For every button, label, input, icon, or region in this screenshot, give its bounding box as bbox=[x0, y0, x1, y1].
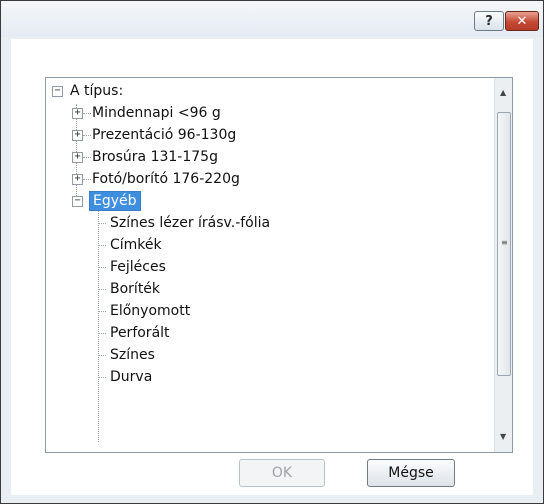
tree-child-label: Boríték bbox=[110, 281, 161, 297]
ok-button-label: OK bbox=[271, 465, 293, 481]
scroll-thumb[interactable]: ≡ bbox=[497, 112, 511, 376]
tree-child-label: Fejléces bbox=[110, 259, 166, 275]
tree-child-label: Színes lézer írásv.-fólia bbox=[110, 215, 271, 231]
paper-type-tree[interactable]: − A típus: + Mindennapi <96 g + Prezentá… bbox=[45, 77, 513, 453]
dialog-content: − A típus: + Mindennapi <96 g + Prezentá… bbox=[11, 39, 533, 495]
cancel-button[interactable]: Mégse bbox=[367, 459, 455, 487]
title-bar: ? ✕ bbox=[1, 1, 543, 37]
grip-icon: ≡ bbox=[501, 238, 508, 247]
tree-scrollbar[interactable]: ▲ ≡ ▼ bbox=[494, 78, 512, 452]
expand-icon[interactable]: + bbox=[72, 152, 83, 163]
cancel-button-label: Mégse bbox=[388, 465, 434, 481]
paper-type-dialog: ? ✕ − A típus: + Mindennapi <96 g + Prez… bbox=[0, 0, 544, 504]
tree-root-label: A típus: bbox=[70, 83, 124, 99]
tree-item-label: Prezentáció 96-130g bbox=[92, 127, 237, 143]
tree-connector bbox=[98, 206, 99, 442]
tree-item-label: Mindennapi <96 g bbox=[92, 105, 221, 121]
tree-child-label: Színes bbox=[110, 347, 155, 363]
tree-item-label-selected: Egyéb bbox=[89, 191, 141, 211]
scroll-down-icon[interactable]: ▼ bbox=[500, 432, 506, 441]
tree-item-label: Fotó/borító 176-220g bbox=[92, 171, 240, 187]
expand-icon[interactable]: + bbox=[72, 174, 83, 185]
tree-child-label: Címkék bbox=[110, 237, 162, 253]
ok-button[interactable]: OK bbox=[239, 459, 325, 487]
expand-icon[interactable]: + bbox=[72, 130, 83, 141]
close-button[interactable]: ✕ bbox=[505, 11, 539, 31]
help-button[interactable]: ? bbox=[474, 11, 504, 31]
collapse-icon[interactable]: − bbox=[52, 86, 63, 97]
collapse-icon[interactable]: − bbox=[72, 196, 83, 207]
close-icon: ✕ bbox=[516, 13, 528, 29]
expand-icon[interactable]: + bbox=[72, 108, 83, 119]
tree-item-label: Brosúra 131-175g bbox=[92, 149, 218, 165]
tree-child-label: Előnyomott bbox=[110, 303, 191, 319]
help-icon: ? bbox=[485, 13, 493, 29]
scroll-up-icon[interactable]: ▲ bbox=[500, 88, 506, 97]
tree-child-label: Perforált bbox=[110, 325, 170, 341]
tree-child-label: Durva bbox=[110, 369, 153, 385]
